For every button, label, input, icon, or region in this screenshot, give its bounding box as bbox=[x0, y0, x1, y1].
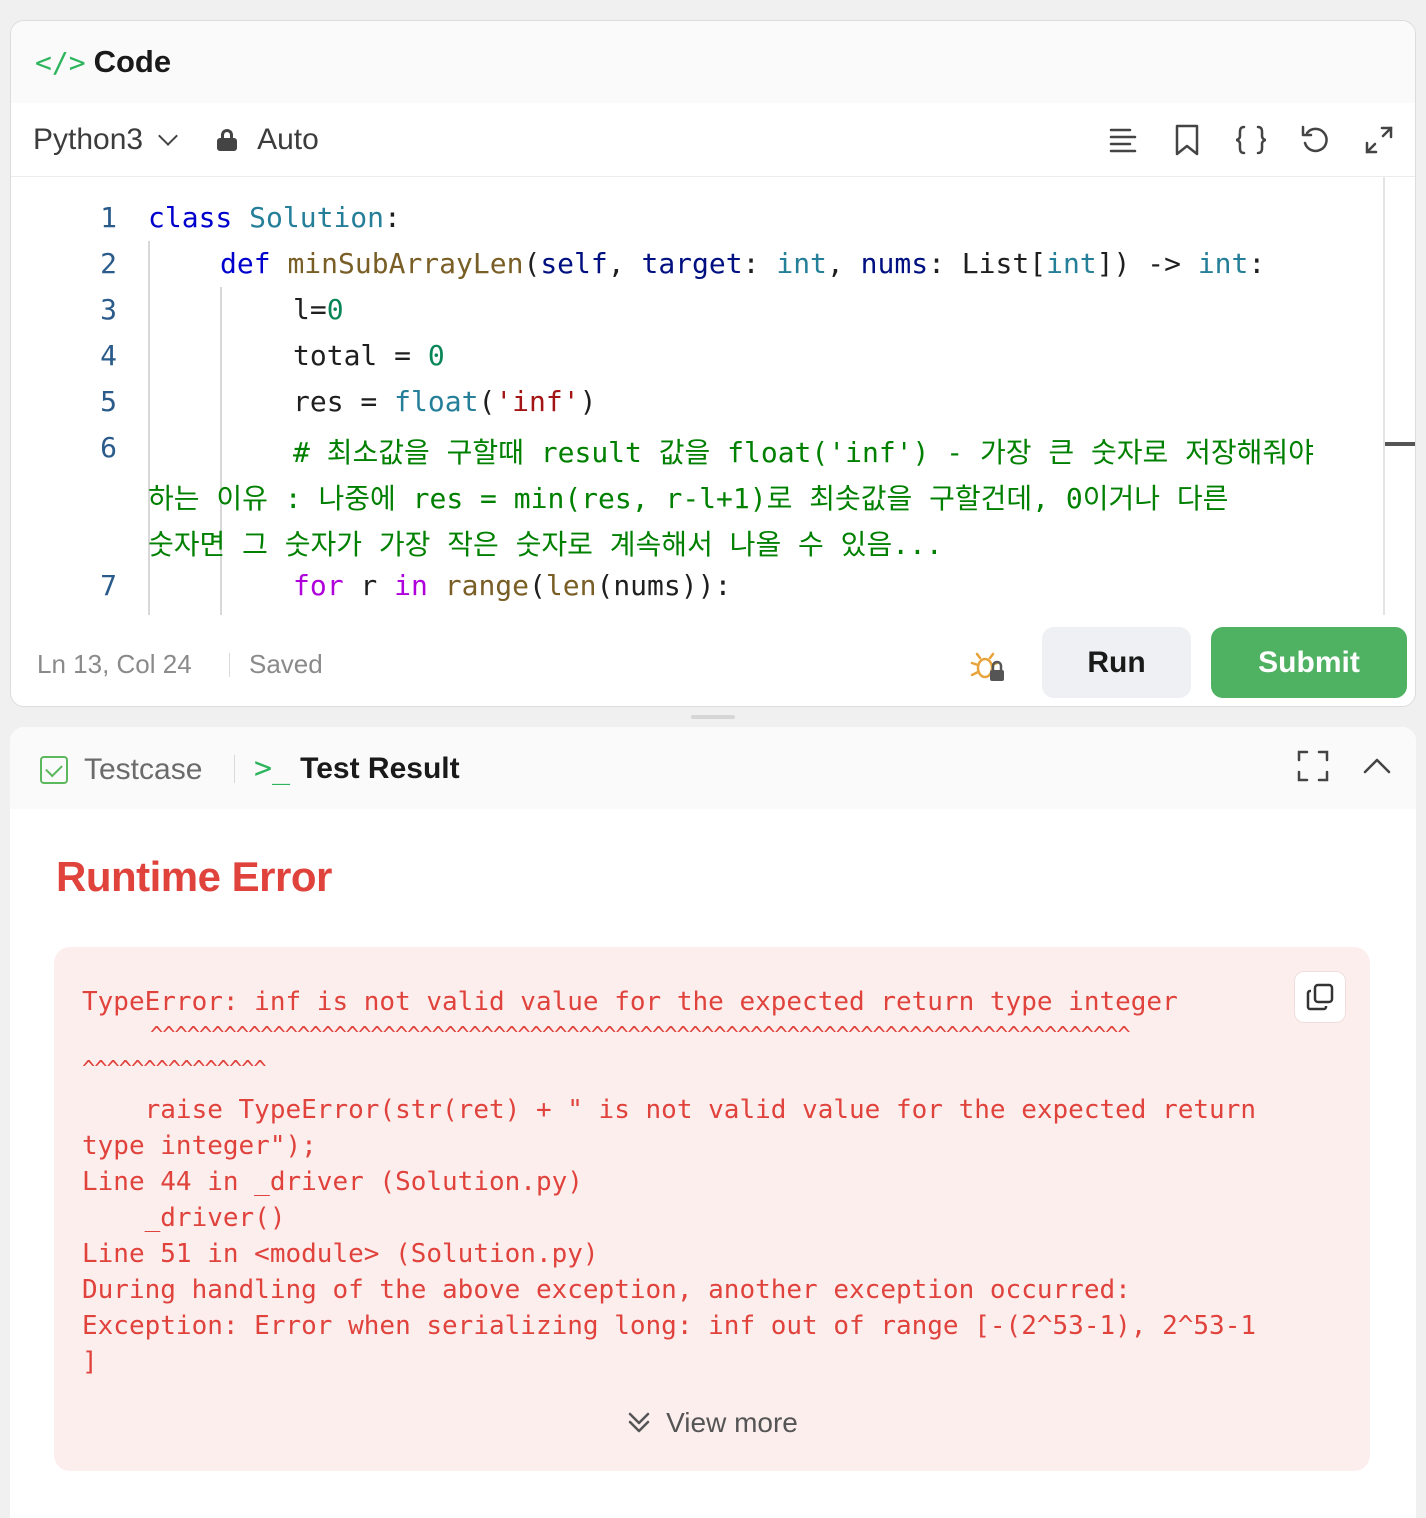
code-panel-title: Code bbox=[93, 44, 172, 79]
line-number: 5 bbox=[100, 385, 117, 418]
editor-scrollbar[interactable] bbox=[1383, 177, 1385, 615]
line-number: 7 bbox=[100, 569, 117, 602]
run-button[interactable]: Run bbox=[1042, 627, 1191, 698]
scrollbar-marker bbox=[1385, 442, 1415, 446]
error-carets: ^^^^^^^^^^^^^^^^^^^^^^^^^^^^^^^^^^^^^^^^… bbox=[150, 1023, 1131, 1048]
view-more-button[interactable]: View more bbox=[54, 1407, 1370, 1439]
tab-testcase[interactable]: Testcase bbox=[40, 753, 202, 787]
error-carets: ^^^^^^^^^^^^^^^ bbox=[82, 1057, 267, 1082]
result-panel-header: Testcase >_ Test Result bbox=[10, 727, 1416, 809]
chevron-down-icon bbox=[158, 125, 178, 146]
line-number: 4 bbox=[100, 339, 117, 372]
copy-button[interactable] bbox=[1294, 971, 1346, 1023]
code-text: for r in range(len(nums)): bbox=[293, 569, 732, 602]
line-number: 2 bbox=[100, 247, 117, 280]
editor-toolbar: Python3 Auto bbox=[11, 103, 1415, 177]
language-select[interactable]: Python3 bbox=[33, 122, 178, 157]
format-icon[interactable] bbox=[1105, 122, 1141, 158]
error-line: raise TypeError(str(ret) + " is not vali… bbox=[82, 1095, 1256, 1125]
error-line: _driver() bbox=[82, 1203, 286, 1233]
error-line: Line 51 in <module> (Solution.py) bbox=[82, 1239, 599, 1269]
submit-button[interactable]: Submit bbox=[1211, 627, 1407, 698]
lock-icon bbox=[217, 128, 238, 151]
panel-resize-handle[interactable] bbox=[691, 715, 735, 719]
code-comment-wrap: 숫자면 그 숫자가 가장 작은 숫자로 계속해서 나올 수 있음... bbox=[148, 528, 943, 561]
code-text: l=0 bbox=[293, 293, 344, 326]
bookmark-icon[interactable] bbox=[1169, 122, 1205, 158]
editor-tools bbox=[1105, 103, 1397, 177]
chevron-up-icon[interactable] bbox=[1360, 749, 1400, 789]
error-output: TypeError: inf is not valid value for th… bbox=[54, 947, 1370, 1471]
code-text: res = float('inf') bbox=[293, 385, 597, 418]
code-icon: </> bbox=[35, 45, 86, 79]
error-line: type integer"); bbox=[82, 1131, 317, 1161]
cursor-position: Ln 13, Col 24 bbox=[37, 649, 192, 679]
braces-icon[interactable] bbox=[1233, 122, 1269, 158]
code-panel-header: </> Code bbox=[11, 21, 1415, 103]
terminal-icon: >_ bbox=[254, 751, 291, 786]
view-more-label: View more bbox=[666, 1407, 798, 1438]
tab-testcase-label: Testcase bbox=[84, 753, 203, 786]
tab-test-result[interactable]: >_ Test Result bbox=[254, 751, 460, 786]
code-comment: # 최소값을 구할때 result 값을 float('inf') - 가장 큰… bbox=[293, 436, 1314, 469]
checkbox-icon bbox=[40, 756, 68, 784]
auto-mode-toggle[interactable]: Auto bbox=[217, 123, 319, 157]
copy-icon bbox=[1306, 983, 1334, 1011]
line-number: 1 bbox=[100, 201, 117, 234]
result-panel: Testcase >_ Test Result Runtime Error Ty… bbox=[10, 727, 1416, 1518]
error-line: ] bbox=[82, 1347, 98, 1377]
line-number: 3 bbox=[100, 293, 117, 326]
code-text: class Solution: bbox=[148, 201, 401, 234]
debugger-icon[interactable] bbox=[969, 647, 1009, 687]
auto-mode-label: Auto bbox=[257, 122, 319, 156]
code-text: total = 0 bbox=[293, 339, 445, 372]
expand-icon[interactable] bbox=[1361, 122, 1397, 158]
code-editor[interactable]: 1 class Solution: 2 def minSubArrayLen(s… bbox=[11, 177, 1415, 615]
error-title: Runtime Error bbox=[56, 853, 332, 900]
error-line: During handling of the above exception, … bbox=[82, 1275, 1131, 1305]
undo-icon[interactable] bbox=[1297, 122, 1333, 158]
code-panel: </> Code Python3 Auto 1 class Solution: … bbox=[10, 20, 1416, 707]
double-chevron-down-icon bbox=[628, 1412, 650, 1433]
editor-statusbar: Ln 13, Col 24 Saved Run Submit bbox=[11, 623, 1415, 706]
language-label: Python3 bbox=[33, 122, 144, 156]
save-status: Saved bbox=[249, 649, 323, 679]
error-line: Line 44 in _driver (Solution.py) bbox=[82, 1167, 583, 1197]
line-number: 6 bbox=[100, 431, 117, 464]
fullscreen-icon[interactable] bbox=[1296, 749, 1336, 789]
error-line: Exception: Error when serializing long: … bbox=[82, 1311, 1256, 1341]
code-comment-wrap: 하는 이유 : 나중에 res = min(res, r-l+1)로 최솟값을 … bbox=[148, 482, 1229, 515]
tab-test-result-label: Test Result bbox=[300, 751, 460, 785]
error-line: TypeError: inf is not valid value for th… bbox=[82, 987, 1178, 1017]
code-text: def minSubArrayLen(self, target: int, nu… bbox=[220, 247, 1266, 280]
